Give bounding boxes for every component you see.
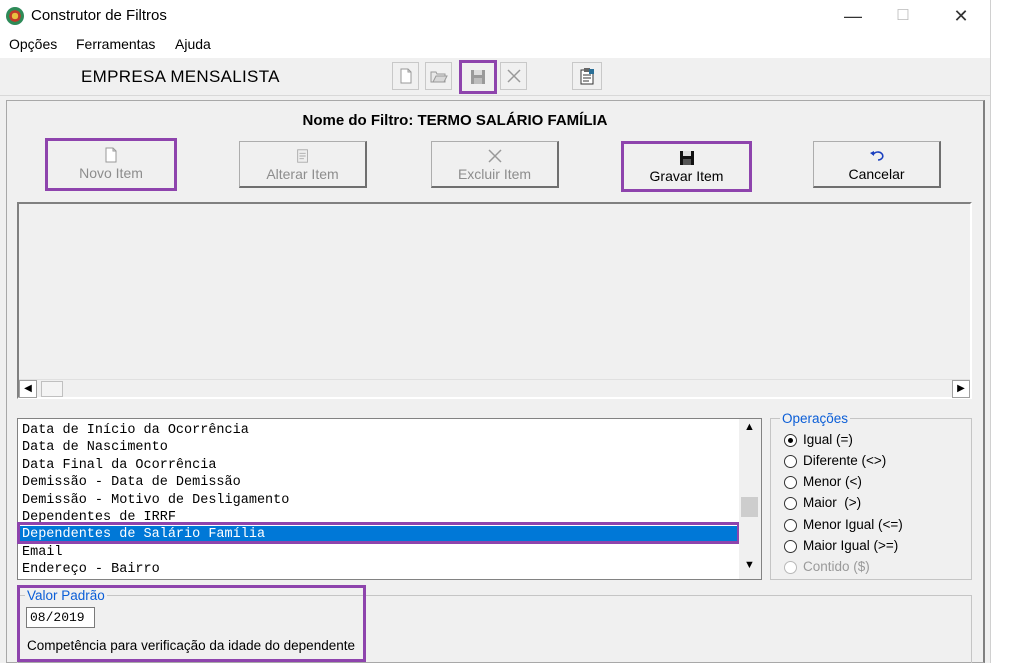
radio-icon[interactable]	[784, 454, 797, 468]
valor-padrao-input[interactable]: 08/2019	[26, 607, 95, 628]
list-item[interactable]: Data de Início da Ocorrência	[22, 422, 249, 439]
op-maior-igual[interactable]: Maior Igual (>=)	[784, 536, 898, 556]
menu-opcoes[interactable]: Opções	[9, 36, 57, 52]
selection-highlight	[17, 522, 740, 544]
radio-icon[interactable]	[784, 475, 797, 489]
op-label: Menor Igual (<=)	[803, 517, 903, 532]
radio-icon[interactable]	[784, 496, 797, 510]
properties-button[interactable]	[572, 62, 602, 90]
delete-toolbar-button[interactable]	[500, 62, 527, 90]
op-label: Maior Igual (>=)	[803, 538, 899, 553]
op-maior[interactable]: Maior (>)	[784, 493, 861, 513]
op-igual[interactable]: Igual (=)	[784, 430, 853, 450]
radio-icon[interactable]	[784, 539, 797, 553]
new-file-button[interactable]	[392, 62, 419, 90]
op-label: Diferente (<>)	[803, 453, 887, 468]
edit-item-icon	[296, 149, 308, 163]
delete-item-icon	[487, 149, 502, 163]
open-folder-icon	[430, 71, 448, 83]
op-label: Contido ($)	[803, 559, 870, 574]
radio-selected-icon[interactable]	[784, 433, 797, 447]
new-item-label: Novo Item	[79, 165, 143, 181]
cancel-label: Cancelar	[848, 166, 905, 182]
radio-icon[interactable]	[784, 518, 797, 532]
minimize-button[interactable]: —	[830, 0, 876, 32]
cancel-button[interactable]: Cancelar	[813, 141, 941, 188]
close-button[interactable]: ✕	[938, 0, 984, 32]
filter-items-grid[interactable]	[17, 202, 972, 399]
list-item[interactable]: Data Final da Ocorrência	[22, 457, 216, 474]
open-folder-button[interactable]	[425, 62, 452, 90]
vertical-scrollbar[interactable]: ▲ ▼	[739, 419, 761, 579]
app-icon	[6, 7, 24, 25]
radio-icon[interactable]	[784, 560, 797, 574]
list-item[interactable]: Dependentes de IRRF	[22, 509, 176, 523]
edit-item-button[interactable]: Alterar Item	[239, 141, 367, 188]
list-item[interactable]: Data de Nascimento	[22, 439, 168, 456]
delete-item-button[interactable]: Excluir Item	[431, 141, 559, 188]
scroll-thumb[interactable]	[41, 381, 63, 397]
company-name: EMPRESA MENSALISTA	[81, 67, 280, 86]
edit-item-label: Alterar Item	[266, 166, 339, 182]
list-item[interactable]: Demissão - Data de Demissão	[22, 474, 241, 491]
new-item-icon	[105, 147, 117, 163]
op-contido[interactable]: Contido ($)	[784, 557, 870, 577]
scroll-up-icon[interactable]: ▲	[744, 421, 755, 433]
op-label: Igual (=)	[803, 432, 853, 447]
undo-icon	[869, 151, 884, 161]
valor-padrao-legend: Valor Padrão	[25, 588, 107, 603]
horizontal-scrollbar[interactable]: ◀ ▶	[19, 379, 970, 398]
menu-ferramentas[interactable]: Ferramentas	[76, 36, 155, 52]
background-window-edge	[990, 0, 1009, 663]
op-label: Maior (>)	[803, 495, 862, 510]
op-menor[interactable]: Menor (<)	[784, 472, 862, 492]
list-item[interactable]: Endereço - Bairro	[22, 561, 160, 578]
op-label: Menor (<)	[803, 474, 862, 489]
scroll-thumb[interactable]	[741, 497, 758, 517]
save-item-icon	[679, 151, 694, 165]
save-toolbar-button[interactable]	[459, 60, 497, 94]
save-icon	[471, 70, 485, 84]
scroll-left-icon[interactable]: ◀	[19, 380, 37, 398]
menu-ajuda[interactable]: Ajuda	[175, 36, 211, 52]
new-file-icon	[400, 68, 411, 84]
valor-padrao-description: Competência para verificação da idade do…	[27, 638, 355, 653]
window-title: Construtor de Filtros	[31, 7, 167, 24]
new-item-button[interactable]: Novo Item	[45, 138, 177, 191]
clipboard-icon	[580, 68, 594, 85]
filter-name-label: Nome do Filtro: TERMO SALÁRIO FAMÍLIA	[302, 112, 608, 129]
save-item-button[interactable]: Gravar Item	[621, 141, 752, 192]
op-menor-igual[interactable]: Menor Igual (<=)	[784, 515, 903, 535]
close-x-icon	[506, 69, 521, 83]
scroll-right-icon[interactable]: ▶	[952, 380, 970, 398]
operations-legend: Operações	[780, 411, 851, 426]
scroll-down-icon[interactable]: ▼	[744, 559, 755, 571]
delete-item-label: Excluir Item	[457, 166, 532, 182]
field-list[interactable]: Data de Início da Ocorrência Data de Nas…	[17, 418, 762, 580]
op-diferente[interactable]: Diferente (<>)	[784, 451, 886, 471]
save-item-label: Gravar Item	[649, 168, 724, 184]
maximize-button[interactable]: ☐	[880, 0, 926, 32]
list-item[interactable]: Demissão - Motivo de Desligamento	[22, 492, 289, 509]
list-item[interactable]: Email	[22, 544, 63, 561]
